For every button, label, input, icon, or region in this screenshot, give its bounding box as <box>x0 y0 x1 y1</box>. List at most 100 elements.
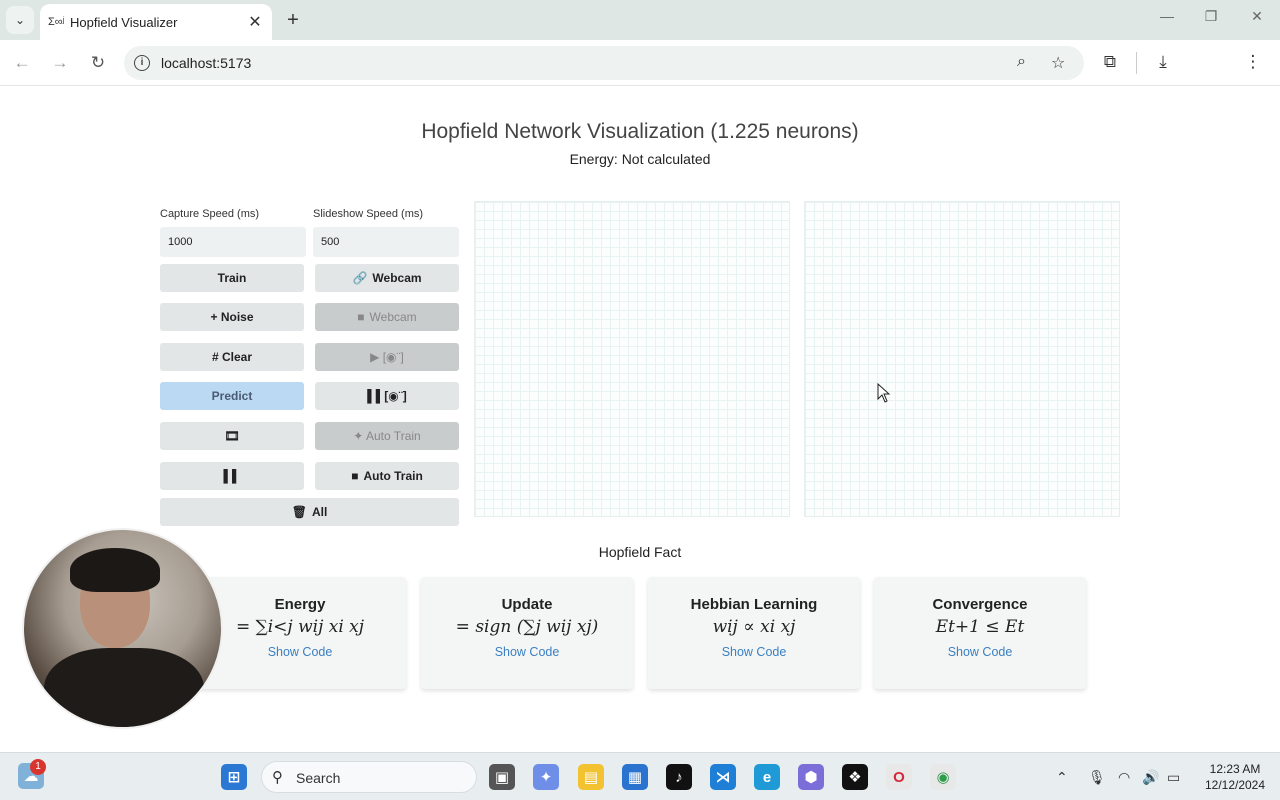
play-slideshow-label: ▶ [◉¨] <box>370 350 404 364</box>
site-info-icon[interactable]: i <box>134 55 150 71</box>
film-button[interactable]: 🎞 <box>160 422 304 450</box>
fact-card-convergence: Convergence Et+1 ≤ Et Show Code <box>874 577 1086 689</box>
play-slideshow-button[interactable]: ▶ [◉¨] <box>315 343 459 371</box>
fact-card-update: Update = sign (∑j wij xj) Show Code <box>421 577 633 689</box>
downloads-icon[interactable]: ⤓ <box>1151 52 1175 72</box>
wifi-icon[interactable]: ◠ <box>1118 769 1130 786</box>
reload-icon[interactable]: ↻ <box>85 50 111 76</box>
stop-webcam-label: Webcam <box>369 310 417 324</box>
start-webcam-label: Webcam <box>372 271 422 285</box>
noise-button[interactable]: + Noise <box>160 303 304 331</box>
address-bar[interactable]: i localhost:5173 ⌕ ☆ <box>124 46 1084 80</box>
url-text[interactable]: localhost:5173 <box>161 55 251 71</box>
input-neuron-grid[interactable] <box>474 201 790 517</box>
fact-formula: = sign (∑j wij xj) <box>455 617 599 637</box>
webcam-person-hair <box>70 548 160 592</box>
opera-icon[interactable]: O <box>886 764 912 790</box>
fact-card-hebbian: Hebbian Learning wij ∝ xi xj Show Code <box>648 577 860 689</box>
auto-train-stop-button[interactable]: ■ Auto Train <box>315 462 459 490</box>
edge-icon[interactable]: e <box>754 764 780 790</box>
show-code-link[interactable]: Show Code <box>648 645 860 659</box>
auto-train-start-button[interactable]: ✦ Auto Train <box>315 422 459 450</box>
noise-label: + Noise <box>210 310 254 324</box>
menu-kebab-icon[interactable]: ⋮ <box>1241 52 1265 72</box>
page-title: Hopfield Network Visualization (1.225 ne… <box>421 120 859 143</box>
bookmark-star-icon[interactable]: ☆ <box>1051 53 1065 73</box>
show-code-link[interactable]: Show Code <box>874 645 1086 659</box>
microphone-icon[interactable]: 🎙 <box>1088 769 1106 786</box>
film-icon: 🎞 <box>224 429 240 443</box>
pause-slideshow-button[interactable]: ▌▌[◉¨] <box>315 382 459 410</box>
chrome-icon[interactable]: ◉ <box>930 764 956 790</box>
forward-icon[interactable]: → <box>47 50 73 76</box>
minimize-icon[interactable]: — <box>1152 8 1182 24</box>
fact-title: Hebbian Learning <box>690 596 818 613</box>
app-hexagon-icon[interactable]: ⬢ <box>798 764 824 790</box>
store-icon[interactable]: ▦ <box>622 764 648 790</box>
show-code-link[interactable]: Show Code <box>421 645 633 659</box>
fact-formula: Et+1 ≤ Et <box>935 617 1025 637</box>
pause-icon: ▌▌ <box>223 469 241 483</box>
slideshow-speed-input[interactable] <box>313 227 459 257</box>
battery-icon[interactable]: ▭ <box>1167 769 1180 786</box>
clear-button[interactable]: # Clear <box>160 343 304 371</box>
auto-train-start-label: ✦ Auto Train <box>353 429 421 443</box>
browser-tab[interactable]: Σ∞ʲ Hopfield Visualizer ✕ <box>40 4 272 40</box>
webcam-overlay <box>22 528 223 729</box>
tiktok-icon[interactable]: ♪ <box>666 764 692 790</box>
fact-title: Update <box>501 596 553 613</box>
clear-all-button[interactable]: 🗑 All <box>160 498 459 526</box>
fact-card-energy: Energy = ∑i<j wij xi xj Show Code <box>194 577 406 689</box>
clock-date: 12/12/2024 <box>1204 778 1266 792</box>
trash-icon: 🗑 <box>291 505 307 519</box>
auto-train-stop-label: Auto Train <box>363 469 423 483</box>
clock-time: 12:23 AM <box>1209 762 1261 776</box>
extensions-icon[interactable]: ⧉ <box>1098 52 1122 72</box>
figma-icon[interactable]: ❖ <box>842 764 868 790</box>
show-hidden-icons-icon[interactable]: ⌃ <box>1056 769 1068 786</box>
capture-speed-label: Capture Speed (ms) <box>160 208 260 220</box>
output-neuron-grid[interactable] <box>804 201 1120 517</box>
pause-button[interactable]: ▌▌ <box>160 462 304 490</box>
file-explorer-icon[interactable]: ▤ <box>578 764 604 790</box>
weather-badge: 1 <box>30 759 46 775</box>
search-placeholder: Search <box>296 770 341 786</box>
start-webcam-button[interactable]: 🔗 Webcam <box>315 264 459 292</box>
start-windows-icon[interactable]: ⊞ <box>221 764 247 790</box>
close-tab-icon[interactable]: ✕ <box>246 12 264 32</box>
taskbar-clock[interactable]: 12:23 AM 12/12/2024 <box>1196 761 1274 793</box>
back-icon[interactable]: ← <box>9 50 35 76</box>
train-button[interactable]: Train <box>160 264 304 292</box>
close-window-icon[interactable]: ✕ <box>1242 8 1272 25</box>
fact-title: Convergence <box>932 596 1028 613</box>
browser-tab-bar: ⌄ Σ∞ʲ Hopfield Visualizer ✕ + — ❐ ✕ <box>0 0 1280 40</box>
tab-favicon: Σ∞ʲ <box>48 16 65 28</box>
stop-square-icon: ■ <box>351 469 359 483</box>
restore-icon[interactable]: ❐ <box>1196 8 1226 25</box>
pause-slideshow-label: ▌▌[◉¨] <box>367 389 407 403</box>
zoom-icon[interactable]: ⌕ <box>1017 53 1026 71</box>
tab-search-dropdown[interactable]: ⌄ <box>6 6 34 34</box>
fact-title: Energy <box>274 596 326 613</box>
stop-icon: ■ <box>357 310 365 324</box>
toolbar-divider <box>1136 52 1137 74</box>
stop-webcam-button[interactable]: ■ Webcam <box>315 303 459 331</box>
fact-formula: = ∑i<j wij xi xj <box>235 617 365 637</box>
vscode-icon[interactable]: ⋊ <box>710 764 736 790</box>
copilot-icon[interactable]: ✦ <box>533 764 559 790</box>
capture-speed-input[interactable] <box>160 227 306 257</box>
windows-taskbar: ☁ 1 ⊞ ⚲ Search ▣ ✦ ▤ ▦ ♪ ⋊ e ⬢ ❖ O ◉ ⌃ 🎙… <box>0 752 1280 800</box>
taskbar-search[interactable]: ⚲ Search <box>261 761 477 793</box>
fact-formula: wij ∝ xi xj <box>712 617 796 637</box>
predict-button[interactable]: Predict <box>160 382 304 410</box>
show-code-link[interactable]: Show Code <box>194 645 406 659</box>
new-tab-button[interactable]: + <box>280 6 306 34</box>
energy-status: Energy: Not calculated <box>569 151 711 167</box>
volume-icon[interactable]: 🔊 <box>1142 769 1159 786</box>
train-label: Train <box>217 271 247 285</box>
slideshow-speed-label: Slideshow Speed (ms) <box>313 208 424 220</box>
browser-toolbar: ← → ↻ i localhost:5173 ⌕ ☆ ⧉ ⤓ ⋮ <box>0 40 1280 86</box>
clear-label: # Clear <box>211 350 253 364</box>
task-view-icon[interactable]: ▣ <box>489 764 515 790</box>
tab-title: Hopfield Visualizer <box>70 14 178 30</box>
